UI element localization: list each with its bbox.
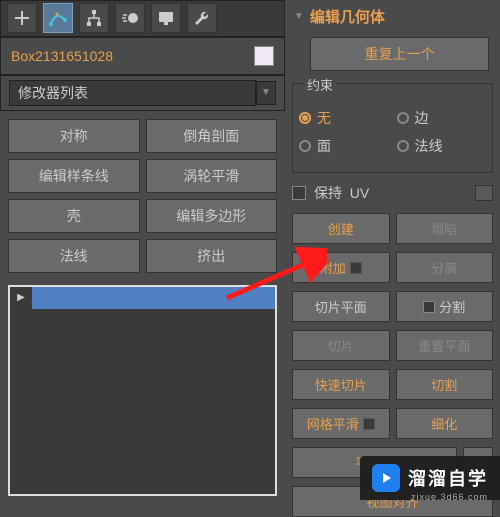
quickslice-button[interactable]: 快速切片 — [292, 369, 390, 400]
collapse-button[interactable]: 塌陷 — [396, 213, 494, 244]
modifier-edit-poly[interactable]: 编辑多边形 — [146, 199, 278, 233]
stack-item-label: 可编辑多边形 — [32, 288, 275, 307]
preserve-uv-settings[interactable] — [475, 185, 493, 201]
display-icon[interactable] — [151, 3, 181, 33]
preserve-label: 保持 UV — [314, 183, 467, 203]
modifier-extrude[interactable]: 挤出 — [146, 239, 278, 273]
msmooth-button[interactable]: 网格平滑 — [292, 408, 390, 439]
attach-settings-icon[interactable] — [350, 262, 362, 274]
create-button[interactable]: 创建 — [292, 213, 390, 244]
cut-button[interactable]: 切割 — [396, 369, 494, 400]
msmooth-settings-icon[interactable] — [363, 418, 375, 430]
object-color-swatch[interactable] — [254, 46, 274, 66]
top-toolbar — [0, 0, 285, 37]
modifier-shell[interactable]: 壳 — [8, 199, 140, 233]
watermark: 溜溜自学 zixue.3d66.com — [360, 456, 500, 500]
modifier-chamfer[interactable]: 倒角剖面 — [146, 119, 278, 153]
chevron-down-icon: ▼ — [294, 11, 304, 22]
stack-item-editable-poly[interactable]: ▶ 可编辑多边形 — [10, 287, 275, 309]
split-button[interactable]: 分割 — [396, 291, 494, 322]
modifier-edit-spline[interactable]: 编辑样条线 — [8, 159, 140, 193]
utilities-icon[interactable] — [187, 3, 217, 33]
edit-geometry-header[interactable]: ▼ 编辑几何体 — [290, 0, 495, 33]
modifier-normal[interactable]: 法线 — [8, 239, 140, 273]
play-icon — [372, 464, 400, 492]
motion-icon[interactable] — [115, 3, 145, 33]
object-name-input[interactable] — [11, 48, 254, 64]
tessellate-button[interactable]: 细化 — [396, 408, 494, 439]
radio-normal[interactable]: 法线 — [397, 136, 487, 156]
repeat-last-button[interactable]: 重复上一个 — [310, 37, 489, 71]
attach-button[interactable]: 附加 — [292, 252, 390, 283]
radio-none[interactable]: 无 — [299, 108, 389, 128]
radio-face[interactable]: 面 — [299, 136, 389, 156]
section-title: 编辑几何体 — [310, 6, 385, 27]
slice-plane-button[interactable]: 切片平面 — [292, 291, 390, 322]
reset-plane-button[interactable]: 重置平面 — [396, 330, 494, 361]
object-name-row — [0, 37, 285, 75]
detach-button[interactable]: 分离 — [396, 252, 494, 283]
modify-icon[interactable] — [43, 3, 73, 33]
constraint-group: 约束 无 边 面 法线 — [292, 83, 493, 173]
modifier-list-row: ▼ — [0, 75, 285, 111]
modifier-button-grid: 对称 倒角剖面 编辑样条线 涡轮平滑 壳 编辑多边形 法线 挤出 — [0, 111, 285, 281]
watermark-text: 溜溜自学 — [408, 465, 488, 491]
slice-button[interactable]: 切片 — [292, 330, 390, 361]
preserve-uv-row: 保持 UV — [292, 183, 493, 203]
create-icon[interactable] — [7, 3, 37, 33]
split-checkbox[interactable] — [423, 301, 435, 313]
modifier-symmetry[interactable]: 对称 — [8, 119, 140, 153]
modifier-list-input[interactable] — [9, 80, 256, 106]
constraint-label: 约束 — [303, 75, 337, 94]
modifier-turbosmooth[interactable]: 涡轮平滑 — [146, 159, 278, 193]
radio-edge[interactable]: 边 — [397, 108, 487, 128]
left-panel: ▼ 对称 倒角剖面 编辑样条线 涡轮平滑 壳 编辑多边形 法线 挤出 ▶ 可编辑… — [0, 0, 285, 500]
expand-icon[interactable]: ▶ — [10, 287, 32, 309]
right-panel: ▼ 编辑几何体 重复上一个 约束 无 边 面 — [285, 0, 500, 500]
hierarchy-icon[interactable] — [79, 3, 109, 33]
watermark-url: zixue.3d66.com — [411, 492, 488, 502]
modifier-stack: ▶ 可编辑多边形 — [8, 285, 277, 496]
preserve-uv-checkbox[interactable] — [292, 186, 306, 200]
chevron-down-icon[interactable]: ▼ — [256, 81, 276, 105]
